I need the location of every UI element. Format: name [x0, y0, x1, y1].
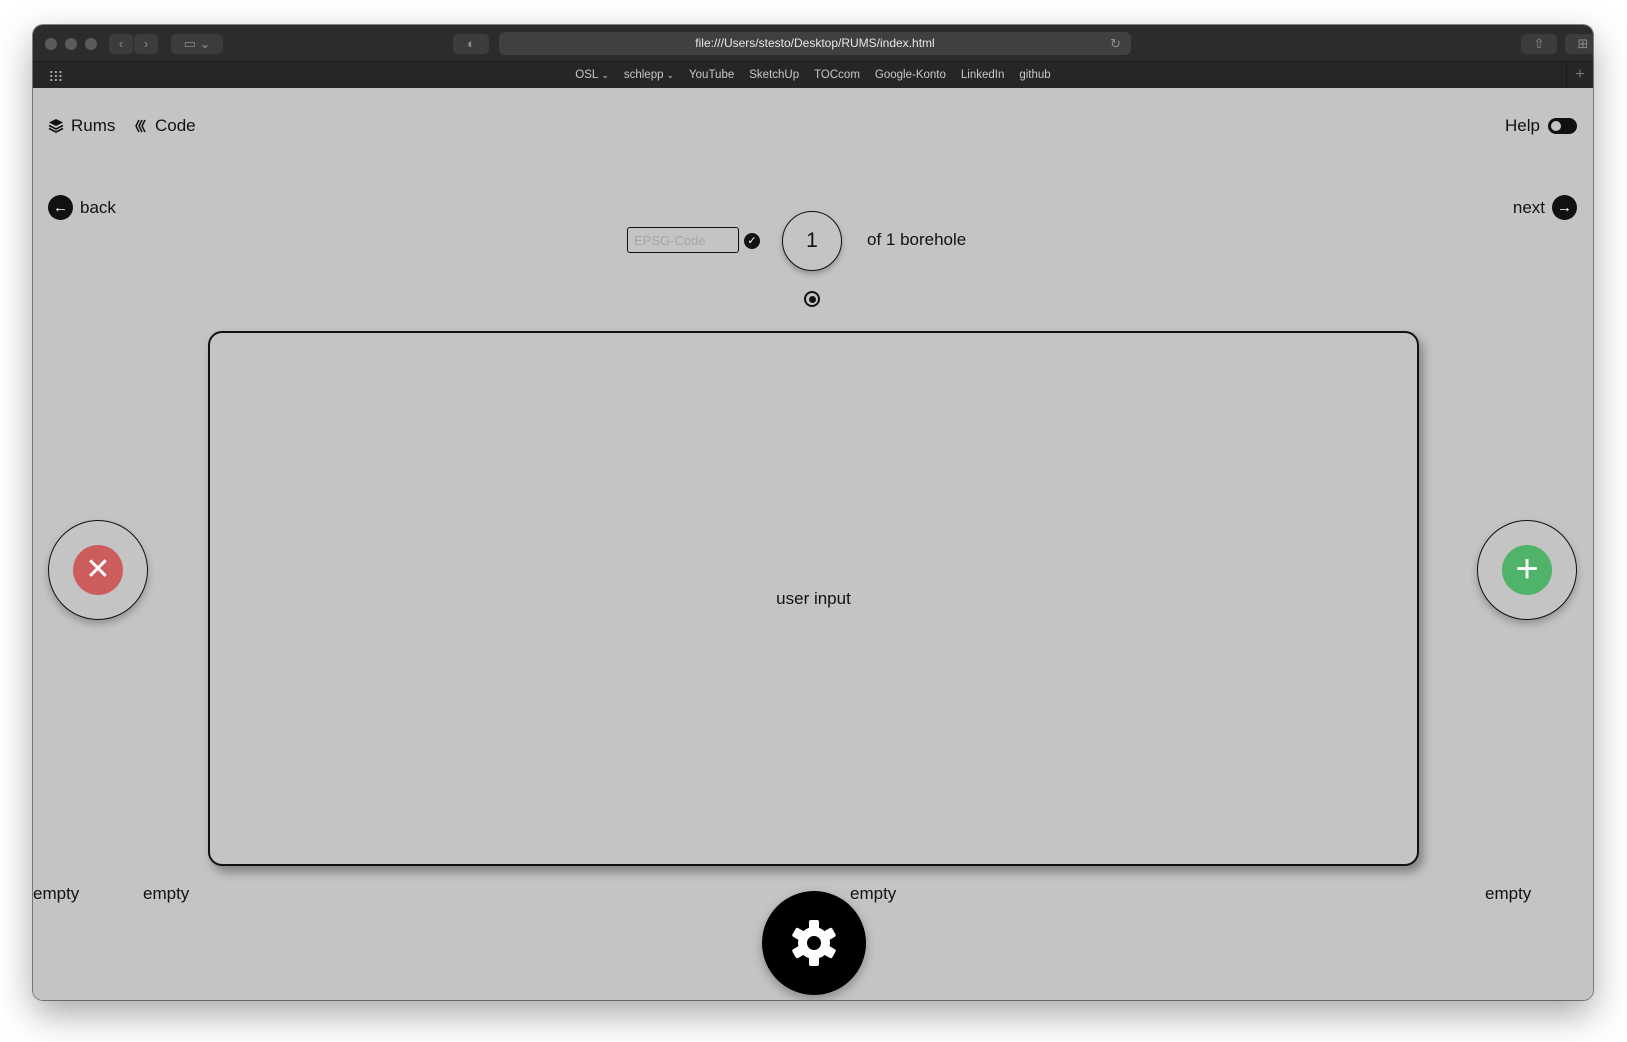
app-content: Rums Code Help ← back ✓ 1 of 1 borehole …: [33, 88, 1593, 1000]
help-switch-knob: [1551, 121, 1561, 131]
favorites-bar: OSL ⌄ schlepp ⌄ YouTube SketchUp TOCcom Google-…: [33, 61, 1593, 89]
favorite-label: LinkedIn: [960, 69, 1005, 81]
user-input-label: user input: [776, 589, 851, 608]
favorite-linkedin[interactable]: LinkedIn: [961, 62, 1004, 88]
check-icon[interactable]: ✓: [744, 233, 760, 249]
brand-rums-link[interactable]: Rums: [48, 116, 115, 136]
browser-window: ‹ › ▭ ⌄ ◐ file:///Users/stesto/Desktop/R…: [33, 25, 1593, 1000]
favorite-label: SketchUp: [749, 69, 800, 81]
new-tab-plus-icon[interactable]: +: [1566, 62, 1593, 88]
next-label: next: [1512, 197, 1545, 217]
favorite-label: YouTube: [689, 69, 735, 81]
favorite-sketchup[interactable]: SketchUp: [749, 62, 799, 88]
page-dot-indicator[interactable]: [804, 291, 820, 307]
slot-left-1: empty: [33, 884, 80, 903]
favorite-label: TOCcom: [814, 69, 860, 81]
close-window-button[interactable]: [45, 38, 57, 50]
remove-borehole-button[interactable]: ✕: [48, 520, 148, 620]
favorite-google-konto[interactable]: Google-Konto: [875, 62, 946, 88]
favorite-toccom[interactable]: TOCcom: [814, 62, 860, 88]
back-label: back: [80, 197, 116, 217]
back-button[interactable]: ← back: [48, 195, 116, 220]
favorite-youtube[interactable]: YouTube: [689, 62, 734, 88]
zoom-window-button[interactable]: [85, 38, 97, 50]
chevron-down-icon: ⌄: [666, 70, 675, 80]
plus-icon: +: [1502, 545, 1552, 595]
browser-titlebar: ‹ › ▭ ⌄ ◐ file:///Users/stesto/Desktop/R…: [33, 25, 1593, 61]
slot-right: empty: [1485, 884, 1532, 903]
settings-button[interactable]: [762, 891, 866, 995]
help-switch[interactable]: [1548, 118, 1577, 134]
favorites-list: OSL ⌄ schlepp ⌄ YouTube SketchUp TOCcom Google-…: [33, 62, 1593, 88]
minimize-window-button[interactable]: [65, 38, 77, 50]
sidebar-toggle-icon[interactable]: ▭ ⌄: [171, 34, 223, 54]
share-icon[interactable]: ⇧: [1521, 34, 1557, 54]
help-label: Help: [1505, 116, 1540, 135]
borehole-number-counter[interactable]: 1: [782, 211, 842, 271]
address-bar-url: file:///Users/stesto/Desktop/RUMS/index.…: [695, 36, 935, 50]
code-label: Code: [155, 116, 196, 135]
favorite-github[interactable]: github: [1019, 62, 1050, 88]
favorite-osl[interactable]: OSL ⌄: [575, 62, 609, 88]
add-borehole-button[interactable]: +: [1477, 520, 1577, 620]
chevron-down-icon: ⌄: [601, 70, 609, 80]
layers-icon: [48, 119, 64, 133]
arrow-left-icon: ←: [48, 195, 73, 220]
gear-icon: [792, 920, 836, 966]
next-button[interactable]: next →: [1513, 195, 1577, 220]
slot-left-2: empty: [143, 884, 190, 903]
tab-overview-icon[interactable]: ⊞: [1565, 34, 1593, 54]
user-input-card[interactable]: user input: [208, 331, 1419, 866]
favorite-label: schlepp: [623, 69, 664, 81]
code-icon: [135, 119, 146, 133]
favorite-label: github: [1019, 69, 1051, 81]
favorite-schlepp[interactable]: schlepp ⌄: [624, 62, 674, 88]
code-link[interactable]: Code: [134, 116, 196, 136]
borehole-total-text: of 1 borehole: [867, 230, 967, 249]
favorite-label: OSL: [575, 69, 599, 81]
brand-label: Rums: [71, 116, 116, 135]
close-icon: ✕: [73, 545, 123, 595]
arrow-right-icon: →: [1552, 195, 1577, 220]
help-toggle[interactable]: Help: [1505, 116, 1577, 136]
reload-icon[interactable]: ↻: [1110, 32, 1121, 55]
slot-center: empty: [850, 884, 897, 903]
browser-forward-icon[interactable]: ›: [134, 34, 158, 54]
favorite-label: Google-Konto: [874, 69, 946, 81]
address-bar[interactable]: file:///Users/stesto/Desktop/RUMS/index.…: [499, 32, 1131, 55]
browser-back-icon[interactable]: ‹: [109, 34, 133, 54]
privacy-shield-icon[interactable]: ◐: [453, 34, 489, 54]
epsg-code-input[interactable]: [627, 227, 739, 253]
